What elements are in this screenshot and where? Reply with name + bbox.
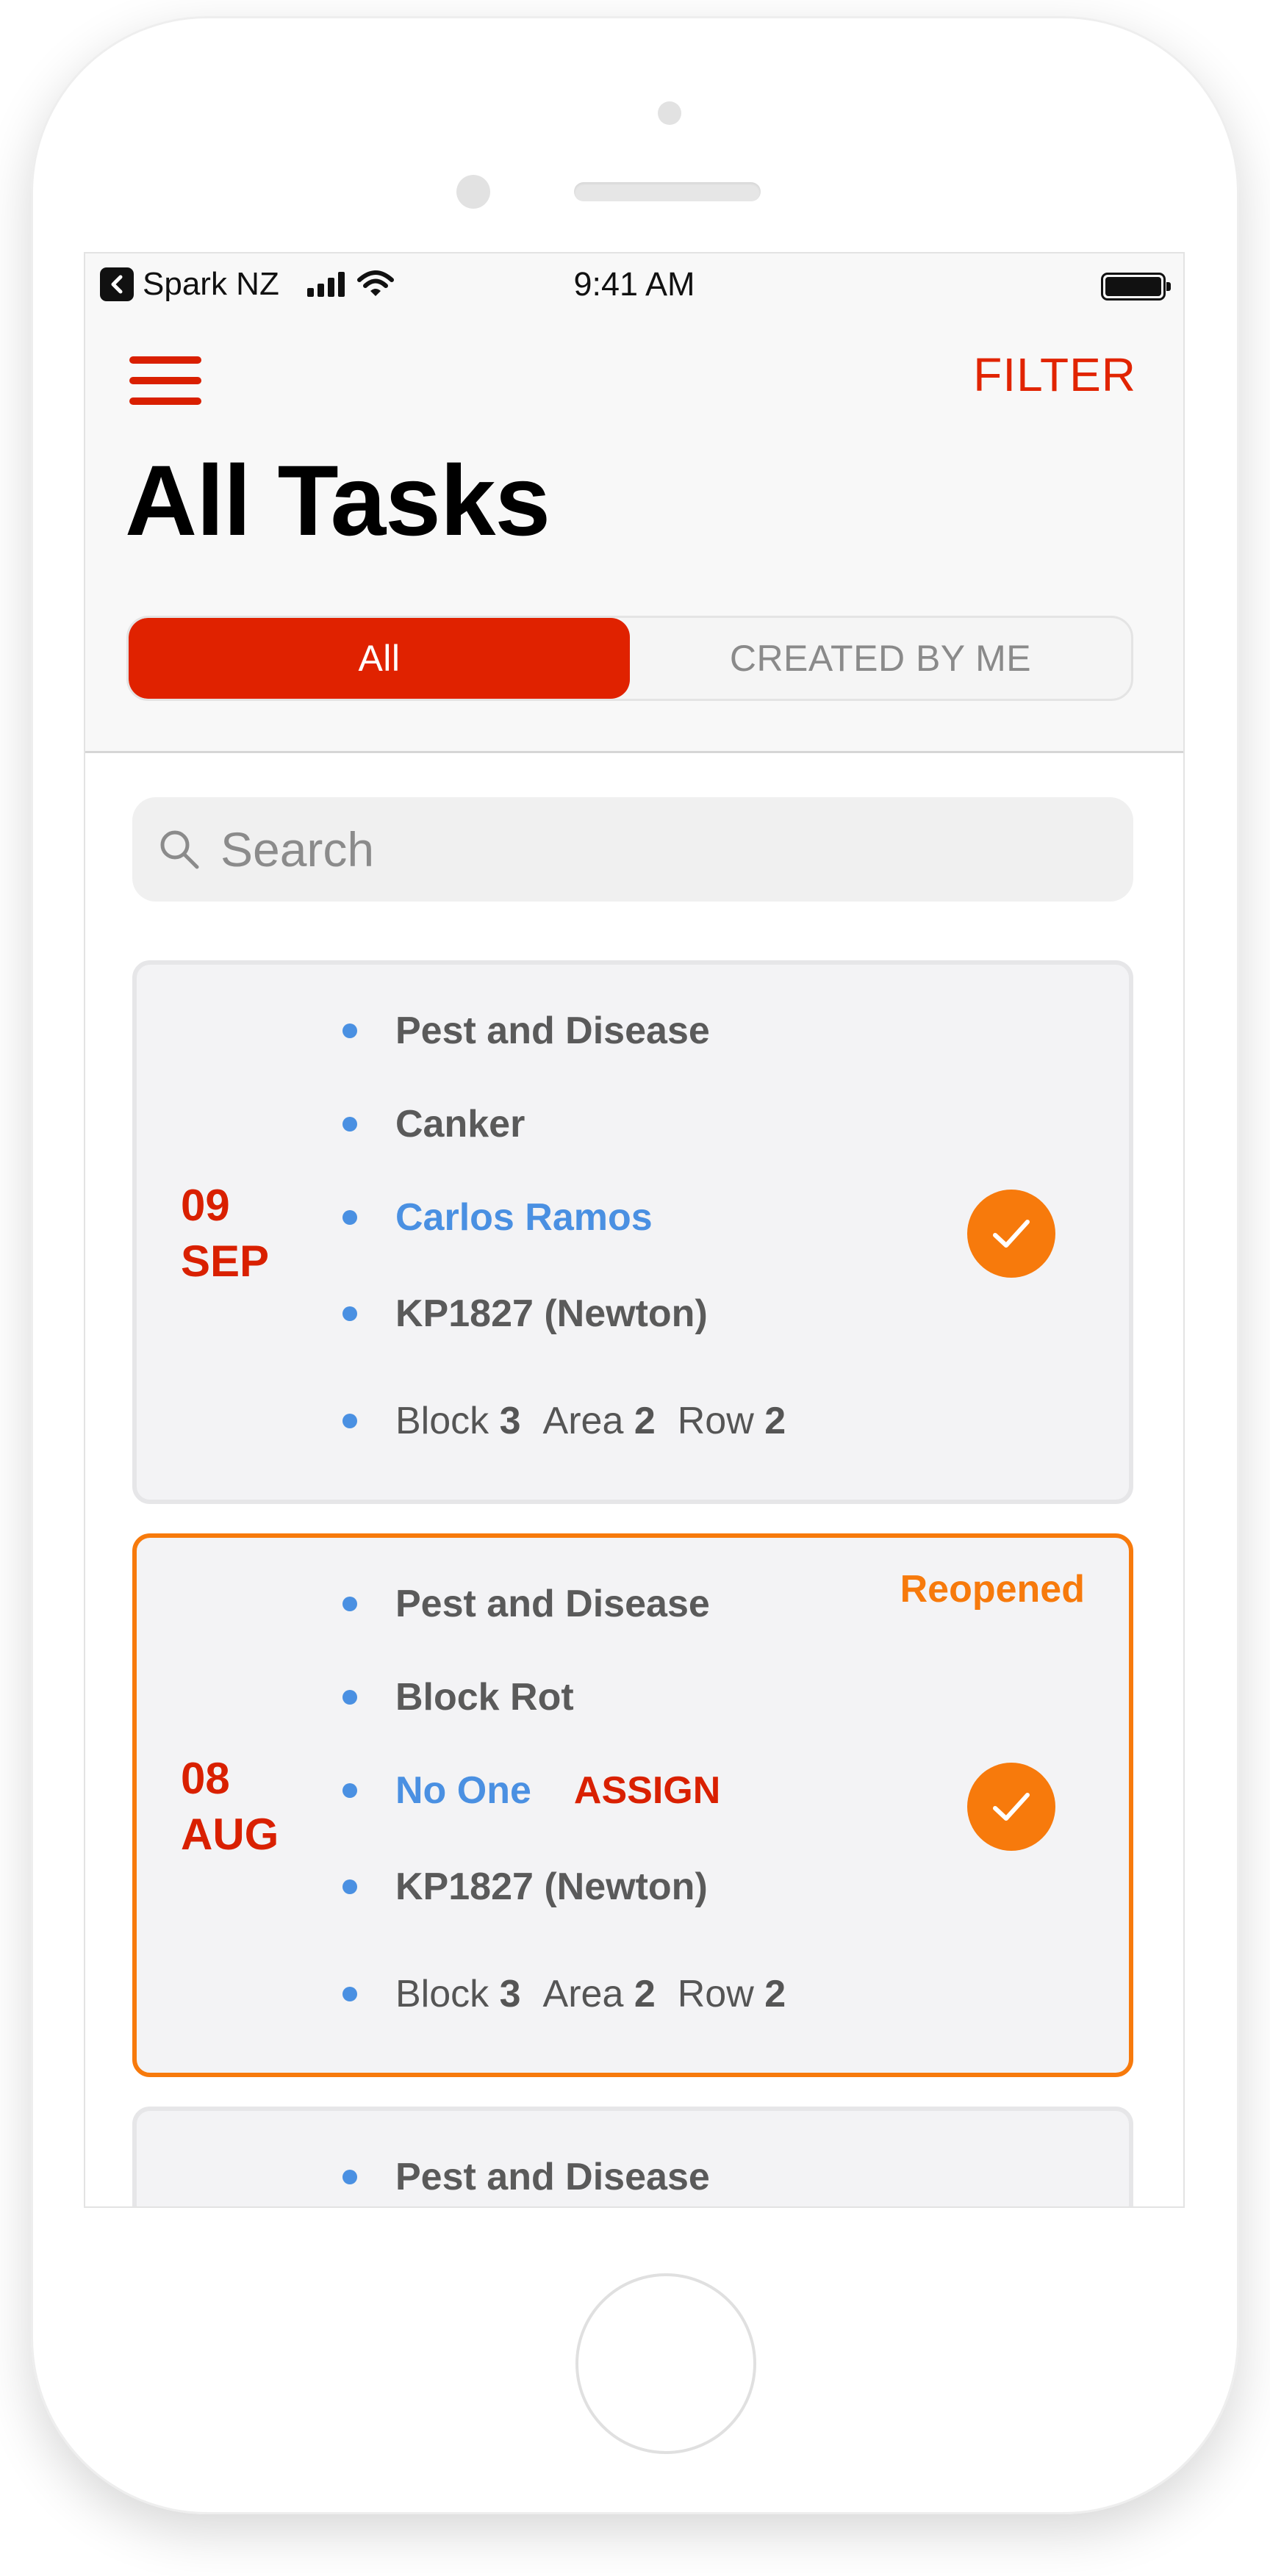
task-day: 09 [181,1181,230,1230]
task-category: Pest and Disease [342,1578,710,1630]
bullet-icon [342,1306,357,1321]
bullet-icon [342,1597,357,1611]
bullet-icon [342,1210,357,1225]
earpiece-speaker [574,182,761,201]
complete-check-button[interactable] [967,1763,1055,1851]
task-category: Pest and Disease [342,2151,710,2203]
search-input[interactable]: Search [132,797,1133,902]
task-block-area-row: Block 3 Area 2 Row 2 [342,1968,786,2020]
bullet-icon [342,1783,357,1798]
assignee-link[interactable]: Carlos Ramos [395,1195,653,1240]
complete-check-button[interactable] [967,1190,1055,1278]
checkmark-icon [993,1220,1030,1248]
task-assignee: No One ASSIGN [342,1765,720,1816]
task-day: 08 [181,1754,230,1803]
task-month: AUG [181,1810,279,1859]
segment-all[interactable]: All [129,618,630,699]
assignee-link[interactable]: No One [395,1769,531,1813]
proximity-sensor [658,101,681,125]
status-time: 9:41 AM [573,265,695,303]
task-location: KP1827 (Newton) [342,1288,708,1339]
task-category: Pest and Disease [342,1005,710,1057]
bullet-icon [342,1117,357,1132]
app-screen: Spark NZ 9:41 AM FILTER All Tasks All CR… [84,252,1185,2208]
bullet-icon [342,1690,357,1705]
task-card[interactable]: 09 SEP Pest and Disease Canker Carlos Ra… [132,960,1133,1504]
hamburger-menu-icon[interactable] [129,356,201,405]
segmented-control: All CREATED BY ME [126,616,1133,701]
checkmark-icon [993,1793,1030,1821]
front-camera [456,175,490,209]
header-area: Spark NZ 9:41 AM FILTER All Tasks All CR… [85,253,1183,753]
task-location: KP1827 (Newton) [342,1861,708,1913]
bullet-icon [342,1023,357,1038]
bullet-icon [342,1414,357,1428]
task-card[interactable]: Pest and Disease [132,2107,1133,2206]
task-date: 08 AUG [181,1751,279,1863]
status-badge: Reopened [900,1568,1085,1611]
bullet-icon [342,1879,357,1894]
search-placeholder: Search [220,822,375,877]
task-issue: Canker [342,1098,525,1150]
page-title: All Tasks [125,445,550,556]
assign-button[interactable]: ASSIGN [574,1769,720,1813]
segment-created-by-me[interactable]: CREATED BY ME [630,618,1131,699]
search-icon [157,827,201,871]
filter-button[interactable]: FILTER [973,348,1136,402]
bullet-icon [342,1987,357,2001]
battery-icon [1101,273,1171,301]
home-button[interactable] [575,2273,756,2454]
task-date: 09 SEP [181,1178,269,1289]
task-card[interactable]: Reopened 08 AUG Pest and Disease Block R… [132,1533,1133,2077]
task-month: SEP [181,1237,270,1286]
task-block-area-row: Block 3 Area 2 Row 2 [342,1395,786,1447]
bullet-icon [342,2170,357,2184]
task-issue: Block Rot [342,1672,574,1723]
task-assignee: Carlos Ramos [342,1192,653,1243]
